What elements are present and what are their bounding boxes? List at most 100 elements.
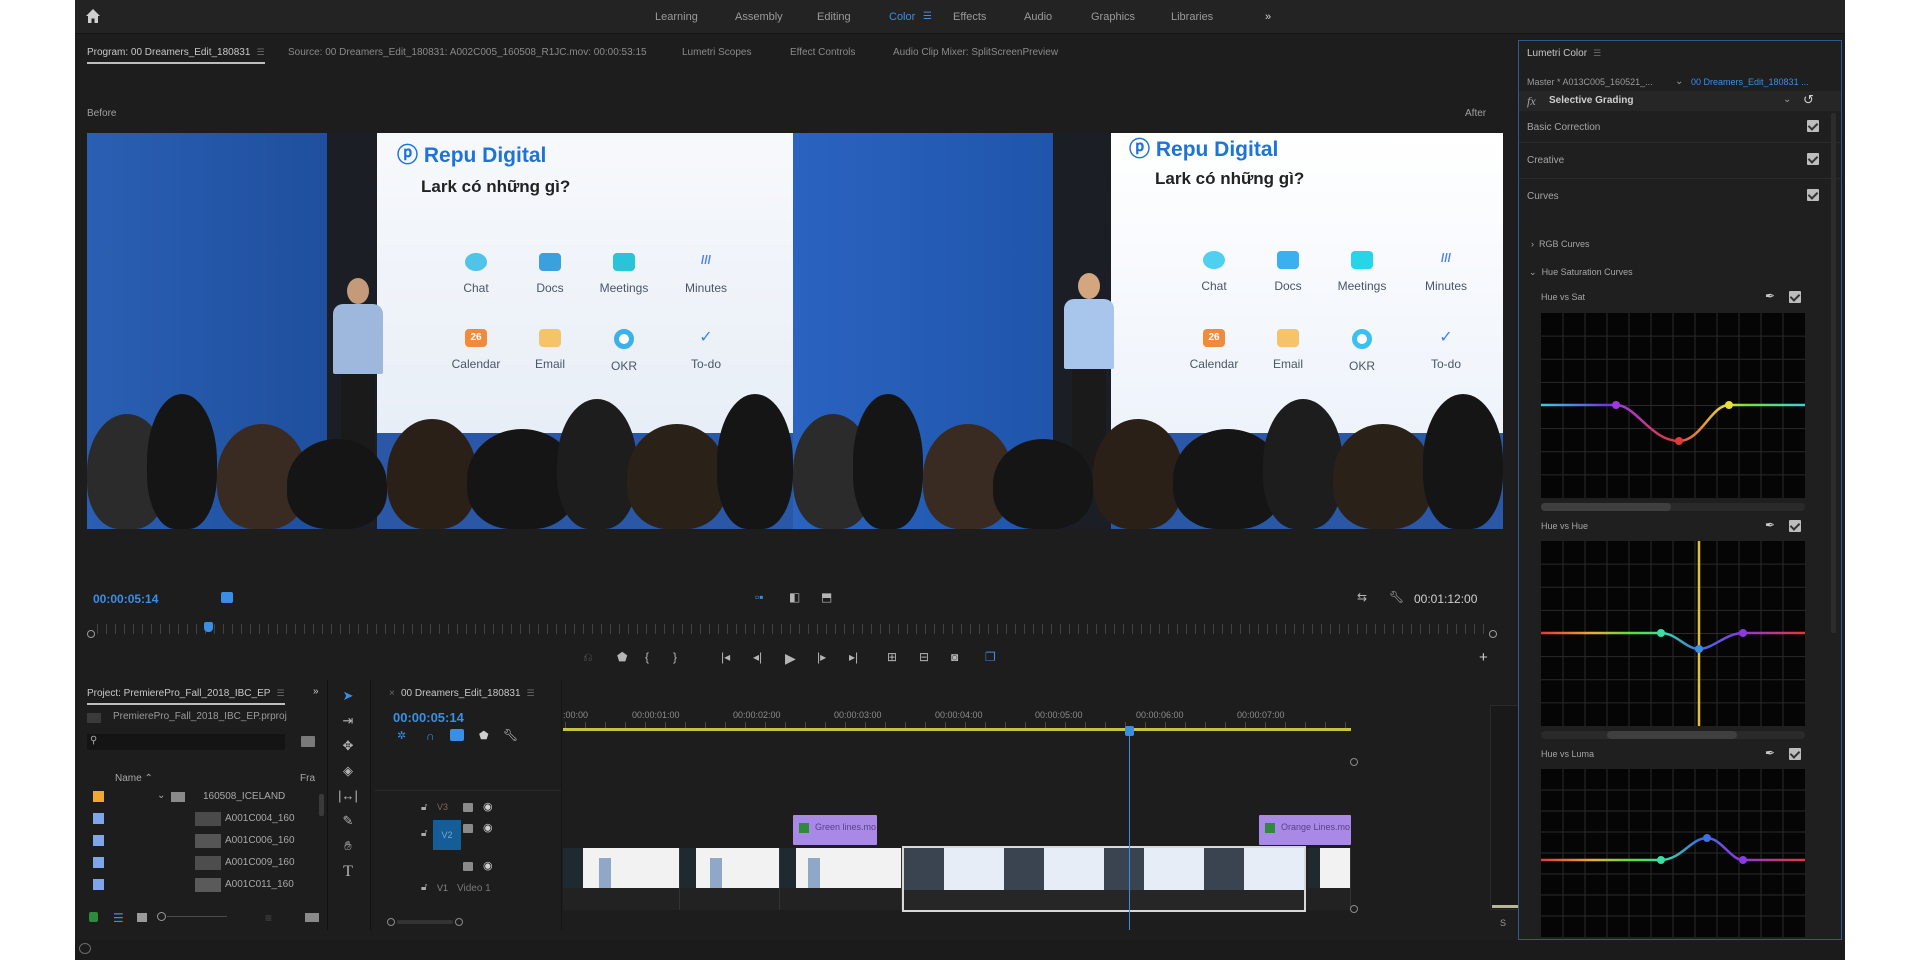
workspace-tab-editing[interactable]: Editing — [817, 11, 851, 23]
track-label[interactable]: V3 — [437, 802, 448, 812]
workspace-tab-assembly[interactable]: Assembly — [735, 11, 783, 23]
curve-control-point[interactable] — [1725, 401, 1733, 409]
workspace-tab-learning[interactable]: Learning — [655, 11, 698, 23]
lumetri-scrollbar[interactable] — [1831, 113, 1836, 633]
eye-icon[interactable]: ◉ — [483, 821, 493, 834]
curve-control-point[interactable] — [1675, 437, 1683, 445]
tab-sequence[interactable]: 00 Dreamers_Edit_180831 ☰ — [401, 688, 535, 699]
workspace-tab-graphics[interactable]: Graphics — [1091, 11, 1135, 23]
go-to-in-icon[interactable]: |◂ — [721, 650, 730, 664]
hue-vs-luma-curve[interactable] — [1541, 769, 1805, 937]
section-creative[interactable]: Creative — [1519, 143, 1841, 179]
sync-lock-icon[interactable] — [463, 824, 473, 833]
eyedropper-icon[interactable]: ✒ — [1765, 289, 1775, 303]
after-video-frame[interactable]: ⓟ Repu Digital Lark có những gì? Chat Do… — [793, 133, 1503, 529]
new-item-icon[interactable] — [305, 913, 319, 922]
step-forward-icon[interactable]: |▸ — [817, 650, 826, 664]
vertical-scroll-handle-bottom[interactable] — [1350, 905, 1358, 913]
sync-lock-icon[interactable] — [463, 803, 473, 812]
curve-control-point[interactable] — [1695, 645, 1703, 653]
list-item[interactable]: A001C006_160 — [75, 830, 325, 852]
tab-project[interactable]: Project: PremierePro_Fall_2018_IBC_EP ☰ — [87, 688, 285, 705]
wrench-icon[interactable]: 🔧︎ — [1389, 590, 1404, 604]
sync-lock-icon[interactable] — [463, 862, 473, 871]
curve-control-point[interactable] — [1612, 401, 1620, 409]
timeline-settings-icon[interactable]: 🔧︎ — [503, 728, 518, 742]
timeline-clip-green-lines[interactable]: Green lines.mo — [793, 815, 877, 845]
panel-overflow-icon[interactable]: » — [313, 686, 319, 697]
workspace-tab-audio[interactable]: Audio — [1024, 11, 1052, 23]
tab-lumetri-scopes[interactable]: Lumetri Scopes — [682, 47, 751, 58]
track-lock-icon[interactable]: 🔓︎ — [421, 802, 427, 813]
project-search-input[interactable]: ⚲ — [87, 734, 285, 750]
panel-menu-icon[interactable]: ☰ — [256, 47, 264, 57]
list-view-icon[interactable]: ☰ — [113, 911, 124, 925]
solo-left-button[interactable]: S — [1500, 918, 1506, 928]
timeline-timecode[interactable]: 00:00:05:14 — [393, 710, 464, 725]
icon-view-icon[interactable] — [137, 913, 147, 922]
monitor-scrubber[interactable] — [87, 622, 1503, 638]
overwrite-icon[interactable]: ⊟ — [919, 650, 929, 664]
list-item[interactable]: A001C004_160 — [75, 808, 325, 830]
workspace-tab-effects[interactable]: Effects — [953, 11, 986, 23]
scrubber-end-handle[interactable] — [1489, 630, 1497, 638]
sort-icon[interactable]: ≡ — [265, 911, 272, 925]
lock-icon[interactable] — [89, 912, 98, 922]
sequence-clip-selector[interactable]: 00 Dreamers_Edit_180831 ... — [1691, 77, 1809, 87]
label-color-swatch[interactable] — [93, 879, 104, 890]
curve-control-point[interactable] — [1657, 629, 1665, 637]
workspace-tab-color[interactable]: Color — [889, 11, 915, 23]
rgb-curves-toggle[interactable]: › RGB Curves — [1531, 239, 1590, 249]
list-item[interactable]: A001C009_160 — [75, 852, 325, 874]
effect-name[interactable]: Selective Grading — [1549, 95, 1633, 106]
label-color-swatch[interactable] — [93, 857, 104, 868]
linked-selection-icon[interactable] — [450, 729, 464, 741]
before-video-frame[interactable]: ⓟ Repu Digital Lark có những gì? Chat Do… — [87, 133, 793, 529]
curve-control-point[interactable] — [1739, 629, 1747, 637]
v1-clip-strip[interactable] — [563, 846, 1351, 912]
panel-menu-icon[interactable]: ☰ — [1593, 48, 1601, 58]
curves-checkbox[interactable] — [1807, 189, 1819, 201]
program-timecode[interactable]: 00:00:05:14 — [93, 592, 158, 606]
hue-vs-luma-checkbox[interactable] — [1789, 748, 1801, 760]
playhead-marker[interactable] — [204, 622, 213, 632]
track-label[interactable]: V1 — [437, 883, 448, 893]
track-lock-icon[interactable]: 🔓︎ — [421, 828, 427, 839]
column-header-frame-rate[interactable]: Fra — [300, 773, 315, 784]
eyedropper-icon[interactable]: ✒ — [1765, 518, 1775, 532]
eye-icon[interactable]: ◉ — [483, 859, 493, 872]
status-indicator-icon[interactable] — [79, 943, 91, 954]
track-target-v2[interactable]: V2 — [433, 820, 461, 850]
hue-vs-sat-curve[interactable] — [1541, 313, 1805, 498]
side-by-side-icon[interactable]: ◧ — [789, 590, 800, 604]
timeline-playhead-line[interactable] — [1129, 734, 1130, 930]
pen-tool-icon[interactable]: ✎ — [335, 813, 361, 833]
export-frame-icon[interactable]: ◙ — [951, 650, 958, 664]
top-bottom-icon[interactable]: ⬒ — [821, 590, 832, 604]
project-scrollbar[interactable] — [319, 794, 324, 816]
tab-effect-controls[interactable]: Effect Controls — [790, 47, 855, 58]
hand-tool-icon[interactable]: ✋︎ — [335, 838, 361, 858]
scrollbar-thumb[interactable] — [1607, 731, 1737, 739]
effect-chevron-icon[interactable]: ⌄ — [1783, 94, 1791, 105]
close-sequence-icon[interactable]: × — [389, 688, 395, 699]
zoom-slider-handle[interactable] — [157, 912, 166, 921]
add-marker-icon[interactable]: ⬟ — [479, 729, 489, 742]
nest-icon[interactable]: ✲ — [397, 729, 406, 742]
panel-menu-icon[interactable]: ☰ — [527, 688, 535, 698]
curve-control-point[interactable] — [1739, 856, 1747, 864]
master-clip-selector[interactable]: Master * A013C005_160521_... — [1527, 77, 1653, 87]
disclosure-chevron-icon[interactable]: ⌄ — [157, 790, 165, 801]
hue-vs-hue-curve[interactable] — [1541, 541, 1805, 726]
ripple-edit-tool-icon[interactable]: ✥ — [335, 738, 361, 758]
track-select-tool-icon[interactable]: ⇥ — [335, 713, 361, 733]
label-color-swatch[interactable] — [93, 835, 104, 846]
scrubber-start-handle[interactable] — [87, 630, 95, 638]
lift-icon[interactable]: ⎌ — [583, 650, 593, 665]
basic-correction-checkbox[interactable] — [1807, 120, 1819, 132]
hsl-curves-toggle[interactable]: ⌄ Hue Saturation Curves — [1529, 267, 1633, 278]
insert-icon[interactable]: ⊞ — [887, 650, 897, 664]
work-area-bar[interactable] — [563, 728, 1351, 731]
label-color-swatch[interactable] — [93, 813, 104, 824]
play-icon[interactable]: ▶ — [785, 650, 796, 667]
